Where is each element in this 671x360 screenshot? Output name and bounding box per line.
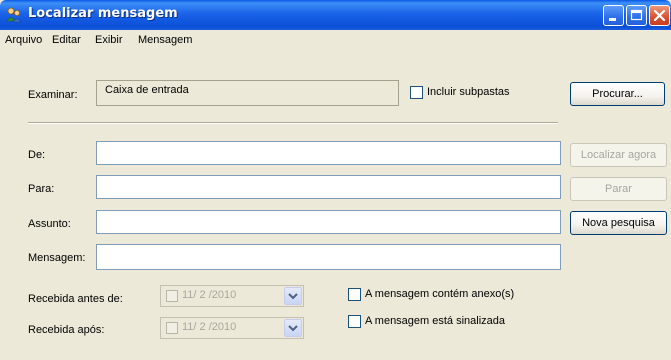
title-bar[interactable]: Localizar mensagem [0, 0, 671, 30]
minimize-icon [609, 18, 616, 21]
from-input[interactable] [96, 141, 561, 165]
subject-label: Assunto: [28, 218, 71, 230]
menu-mensagem[interactable]: Mensagem [138, 34, 192, 46]
window-title: Localizar mensagem [28, 6, 178, 21]
find-people-icon [5, 6, 23, 24]
message-label: Mensagem: [28, 252, 86, 264]
has-attachment-label: A mensagem contém anexo(s) [365, 288, 515, 300]
maximize-icon [630, 9, 643, 21]
received-after-value: 11/ 2 /2010 [182, 321, 237, 333]
look-in-field[interactable]: Caixa de entrada [96, 80, 399, 106]
chevron-down-icon [288, 293, 298, 300]
received-before-dropdown[interactable] [284, 287, 302, 305]
browse-button[interactable]: Procurar... [570, 82, 665, 106]
menu-exibir[interactable]: Exibir [95, 34, 123, 46]
close-icon [653, 9, 666, 22]
find-now-button[interactable]: Localizar agora [570, 143, 667, 167]
is-flagged-checkbox[interactable] [348, 315, 361, 328]
from-label: De: [28, 149, 46, 161]
close-button[interactable] [649, 5, 670, 26]
received-before-picker[interactable]: 11/ 2 /2010 [160, 285, 304, 307]
subject-input[interactable] [96, 210, 561, 234]
received-after-dropdown[interactable] [284, 319, 302, 337]
message-input[interactable] [96, 244, 561, 270]
to-input[interactable] [96, 175, 561, 199]
received-after-label: Recebida após: [28, 324, 105, 336]
chevron-down-icon [288, 325, 298, 332]
find-message-window: Localizar mensagem Arquivo Editar Exibir… [0, 0, 671, 360]
new-search-button[interactable]: Nova pesquisa [570, 211, 667, 235]
received-after-picker[interactable]: 11/ 2 /2010 [160, 317, 304, 339]
menu-arquivo[interactable]: Arquivo [5, 34, 42, 46]
received-before-checkbox[interactable] [166, 290, 178, 302]
menu-editar[interactable]: Editar [52, 34, 81, 46]
include-subfolders-label: Incluir subpastas [427, 86, 510, 98]
look-in-value: Caixa de entrada [105, 84, 189, 96]
received-after-checkbox[interactable] [166, 322, 178, 334]
menu-bar: Arquivo Editar Exibir Mensagem [0, 30, 671, 50]
minimize-button[interactable] [603, 5, 624, 26]
received-before-label: Recebida antes de: [28, 293, 123, 305]
to-label: Para: [28, 183, 55, 195]
stop-button[interactable]: Parar [570, 177, 667, 201]
received-before-value: 11/ 2 /2010 [182, 289, 237, 301]
divider [28, 122, 558, 124]
look-in-label: Examinar: [28, 89, 78, 101]
maximize-button[interactable] [626, 5, 647, 26]
include-subfolders-checkbox[interactable] [410, 86, 423, 99]
has-attachment-checkbox[interactable] [348, 288, 361, 301]
is-flagged-label: A mensagem está sinalizada [365, 315, 506, 327]
